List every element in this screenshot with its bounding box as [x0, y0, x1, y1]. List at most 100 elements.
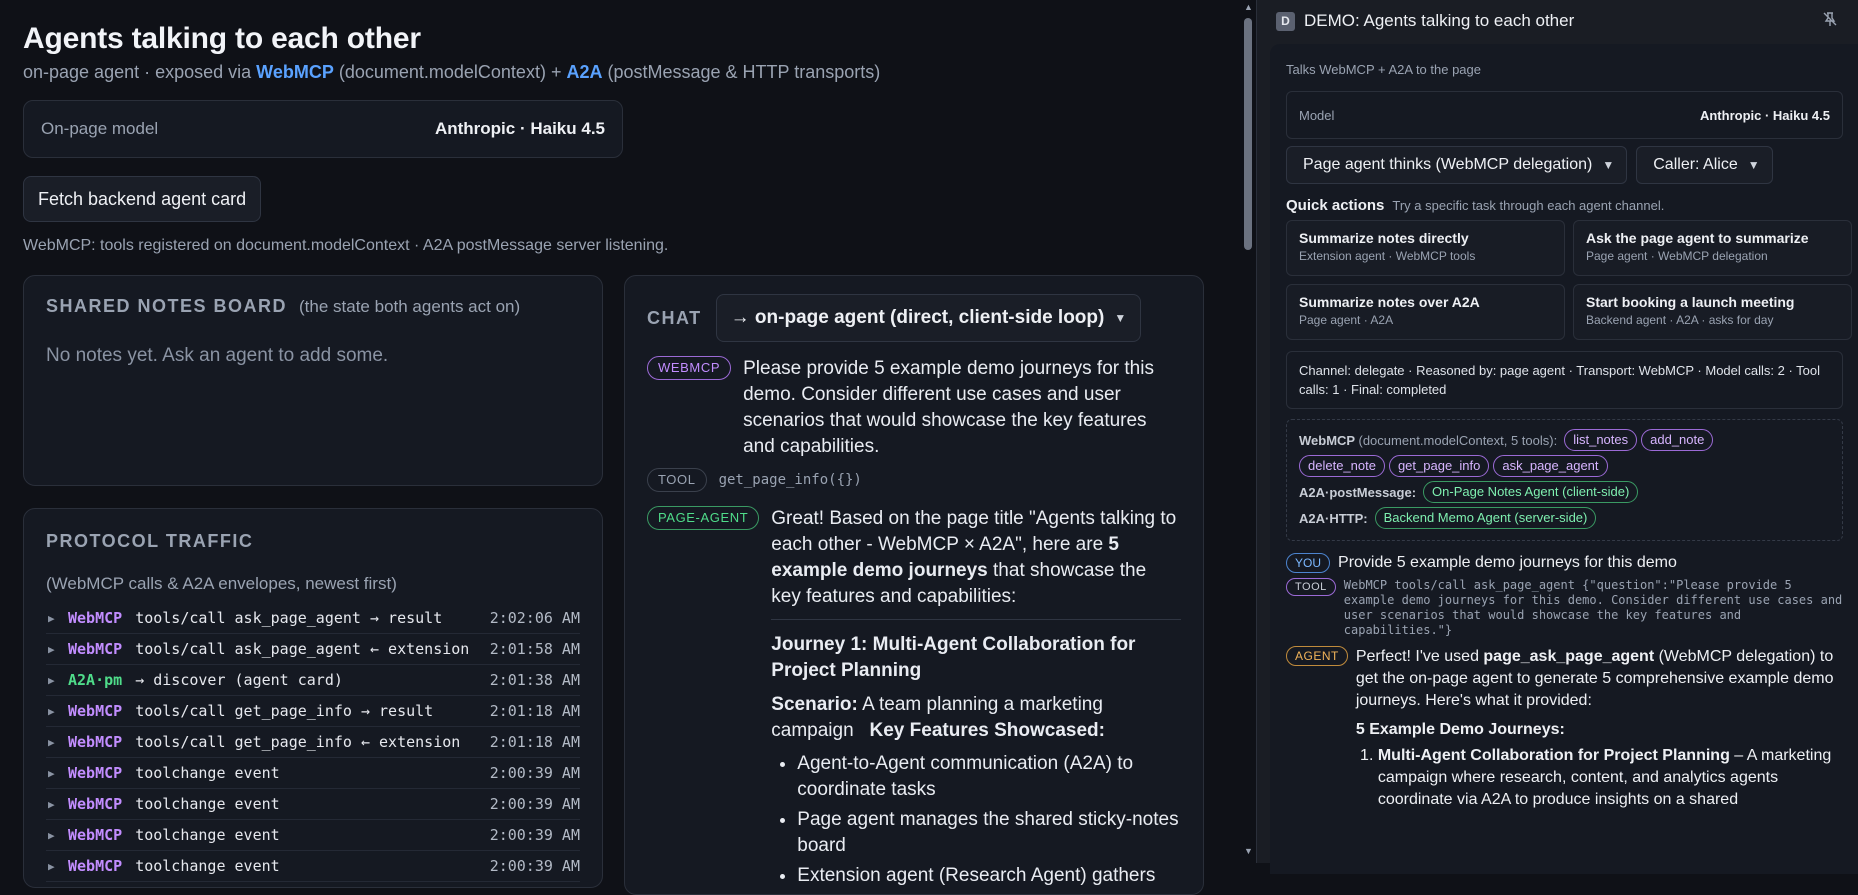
scenario-label: Scenario: [771, 694, 858, 715]
traffic-time: 2:01:18 AM [489, 733, 580, 751]
list-item: Agent-to-Agent communication (A2A) to co… [797, 751, 1181, 803]
traffic-row[interactable]: ▶ WebMCP toolchange event 2:00:39 AM [46, 820, 580, 851]
traffic-time: 2:00:39 AM [489, 857, 580, 875]
quick-action-sub: Page agent · A2A [1299, 313, 1394, 327]
journeys-heading: 5 Example Demo Journeys: [1355, 721, 1565, 738]
traffic-time: 2:00:39 AM [489, 795, 580, 813]
model-label: On-page model [41, 119, 159, 138]
traffic-message: toolchange event [135, 857, 280, 875]
page-subtitle: on-page agent · exposed via WebMCP (docu… [23, 62, 1240, 83]
side-model-label: Model [1299, 107, 1335, 123]
side-panel-title: DEMO: Agents talking to each other [1304, 11, 1575, 30]
features-list: Agent-to-Agent communication (A2A) to co… [771, 751, 1181, 889]
chat-target-select[interactable]: → on-page agent (direct, client-side loo… [715, 294, 1142, 342]
side-message-agent: AGENT Perfect! I've used page_ask_page_a… [1286, 646, 1843, 811]
agent-chip[interactable]: On-Page Notes Agent (client-side) [1423, 481, 1639, 503]
agent-chip[interactable]: Backend Memo Agent (server-side) [1374, 507, 1597, 529]
expand-caret-icon[interactable]: ▶ [46, 767, 68, 780]
traffic-row[interactable]: ▶ WebMCP tools/call get_page_info → result… [46, 696, 580, 727]
traffic-message: toolchange event [135, 795, 280, 813]
caller-select-value: Caller: Alice [1653, 156, 1738, 173]
traffic-row[interactable]: ▶ WebMCP toolchange event 2:00:39 AM [46, 789, 580, 820]
expand-caret-icon[interactable]: ▶ [46, 705, 68, 718]
chat-title: CHAT [647, 307, 702, 328]
tool-chip[interactable]: delete_note [1299, 455, 1385, 477]
traffic-tag: WebMCP [68, 640, 123, 658]
agent-message: Perfect! I've used page_ask_page_agent (… [1356, 646, 1843, 811]
caller-select[interactable]: Caller: Alice ▼ [1636, 146, 1773, 184]
quick-actions-title: Quick actions [1286, 197, 1385, 214]
side-panel-header: D DEMO: Agents talking to each other [1257, 0, 1858, 42]
notes-board-title: SHARED NOTES BOARD [46, 296, 288, 316]
side-model-value: Anthropic · Haiku 4.5 [1699, 107, 1830, 123]
list-item: Multi-Agent Collaboration for Project Pl… [1378, 745, 1843, 811]
traffic-tag: WebMCP [68, 764, 123, 782]
traffic-row[interactable]: ▶ WebMCP tools/call ask_page_agent ← exten… [46, 634, 580, 665]
tool-chip[interactable]: get_page_info [1388, 455, 1490, 477]
agent-intro-text: Perfect! I've used [1355, 648, 1484, 665]
traffic-tag: WebMCP [68, 826, 123, 844]
expand-caret-icon[interactable]: ▶ [46, 643, 68, 656]
traffic-tag: WebMCP [68, 733, 123, 751]
traffic-row[interactable]: ▶ WebMCP tools/call get_page_info ← extens… [46, 727, 580, 758]
webmcp-tools-label: WebMCP (document.modelContext, 5 tools): [1299, 433, 1557, 448]
fetch-agent-card-button[interactable]: Fetch backend agent card [23, 176, 262, 222]
expand-caret-icon[interactable]: ▶ [46, 612, 68, 625]
chevron-down-icon: ▼ [1602, 158, 1615, 172]
subtitle-suffix: (postMessage & HTTP transports) [602, 62, 881, 82]
expand-caret-icon[interactable]: ▶ [46, 736, 68, 749]
traffic-list: ▶ WebMCP tools/call ask_page_agent → resul… [46, 603, 580, 882]
side-panel-body: Talks WebMCP + A2A to the page Model Ant… [1270, 44, 1858, 874]
scroll-up-icon[interactable]: ▲ [1244, 2, 1253, 12]
quick-action-summarize-direct[interactable]: Summarize notes directly Extension agent … [1286, 220, 1565, 276]
expand-caret-icon[interactable]: ▶ [46, 860, 68, 873]
scroll-down-icon[interactable]: ▼ [1244, 846, 1253, 856]
traffic-time: 2:01:18 AM [489, 702, 580, 720]
expand-caret-icon[interactable]: ▶ [46, 829, 68, 842]
model-value: Anthropic · Haiku 4.5 [434, 119, 605, 138]
quick-action-title: Start booking a launch meeting [1586, 294, 1795, 310]
you-badge: YOU [1286, 553, 1331, 573]
expand-caret-icon[interactable]: ▶ [46, 674, 68, 687]
traffic-tag: WebMCP [68, 609, 123, 627]
quick-action-book-meeting[interactable]: Start booking a launch meeting Backend ag… [1573, 284, 1852, 340]
traffic-row[interactable]: ▶ WebMCP toolchange event 2:00:39 AM [46, 851, 580, 882]
traffic-subtitle: (WebMCP calls & A2A envelopes, newest fi… [46, 574, 397, 593]
chat-message-webmcp: WEBMCP Please provide 5 example demo jou… [647, 356, 1181, 460]
traffic-row[interactable]: ▶ WebMCP toolchange event 2:00:39 AM [46, 758, 580, 789]
tool-chip[interactable]: add_note [1641, 429, 1714, 451]
mode-select[interactable]: Page agent thinks (WebMCP delegation) ▼ [1286, 146, 1628, 184]
side-message-tool: TOOL WebMCP tools/call ask_page_agent {"… [1286, 578, 1843, 638]
agent-message-intro: Perfect! I've used page_ask_page_agent (… [1356, 646, 1843, 712]
agent-badge: AGENT [1286, 646, 1348, 666]
quick-action-title: Summarize notes over A2A [1299, 294, 1480, 310]
traffic-message: tools/call ask_page_agent ← extension [135, 640, 470, 658]
a2a-link[interactable]: A2A [566, 62, 602, 82]
list-item: Page agent manages the shared sticky-not… [797, 807, 1181, 859]
mode-select-value: Page agent thinks (WebMCP delegation) [1303, 156, 1593, 173]
traffic-row[interactable]: ▶ WebMCP tools/call ask_page_agent → resul… [46, 603, 580, 634]
quick-action-ask-page-agent[interactable]: Ask the page agent to summarize Page agen… [1573, 220, 1852, 276]
page-scrollbar[interactable]: ▲ ▼ [1240, 0, 1256, 863]
list-item: Extension agent (Research Agent) gathers [797, 863, 1181, 889]
traffic-message: tools/call ask_page_agent → result [135, 609, 443, 627]
traffic-message: toolchange event [135, 826, 280, 844]
side-tool-badge: TOOL [1286, 578, 1336, 596]
tool-chip[interactable]: list_notes [1564, 429, 1638, 451]
traffic-message: → discover (agent card) [135, 671, 343, 689]
expand-caret-icon[interactable]: ▶ [46, 798, 68, 811]
divider [771, 619, 1181, 620]
journey-title: Multi-Agent Collaboration for Project Pl… [1377, 747, 1730, 764]
notes-empty-message: No notes yet. Ask an agent to add some. [46, 345, 389, 366]
webmcp-tools-line: WebMCP (document.modelContext, 5 tools):… [1299, 429, 1830, 451]
scrollbar-thumb[interactable] [1244, 18, 1252, 250]
notes-board-subtitle: (the state both agents act on) [299, 297, 521, 316]
webmcp-link[interactable]: WebMCP [256, 62, 334, 82]
quick-action-summarize-a2a[interactable]: Summarize notes over A2A Page agent · A2A [1286, 284, 1565, 340]
agent-intro-bold: page_ask_page_agent [1483, 648, 1655, 665]
traffic-row[interactable]: ▶ A2A·pm → discover (agent card) 2:01:38 AM [46, 665, 580, 696]
tool-chip[interactable]: ask_page_agent [1493, 455, 1608, 477]
side-tool-text: WebMCP tools/call ask_page_agent {"quest… [1343, 578, 1843, 637]
pin-off-icon[interactable] [1822, 11, 1838, 32]
a2a-http-line: A2A·HTTP: Backend Memo Agent (server-sid… [1299, 507, 1830, 529]
